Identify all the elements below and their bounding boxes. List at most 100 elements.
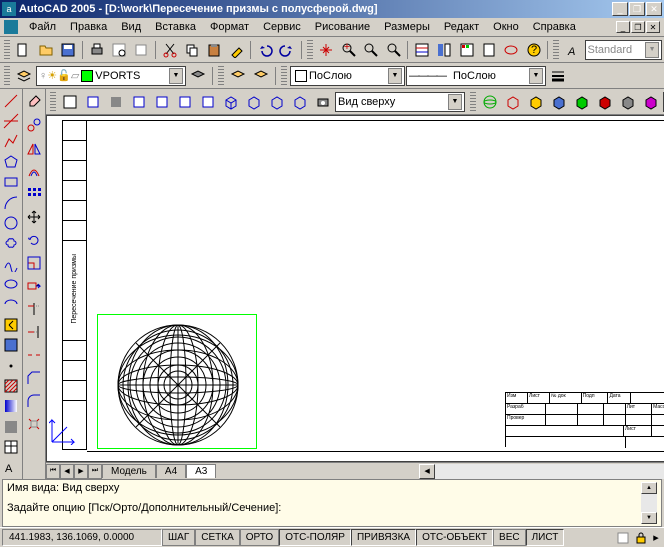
menu-modify[interactable]: Редакт	[437, 19, 486, 35]
menu-tools[interactable]: Сервис	[256, 19, 308, 35]
view-right-button[interactable]	[151, 91, 173, 113]
gradient-button[interactable]	[0, 397, 22, 416]
view-top-button[interactable]	[82, 91, 104, 113]
toolbar-grip[interactable]	[4, 40, 10, 60]
lwt-button[interactable]: ВЕС	[493, 529, 526, 546]
circle-button[interactable]	[0, 213, 22, 232]
view-bottom-button[interactable]	[105, 91, 127, 113]
tab-a4[interactable]: A4	[156, 464, 186, 478]
tab-next-button[interactable]: ▶	[74, 464, 88, 479]
open-button[interactable]	[35, 39, 56, 61]
hatch-button[interactable]	[0, 376, 22, 395]
minimize-button[interactable]: _	[612, 2, 628, 16]
grid-button[interactable]: СЕТКА	[195, 529, 240, 546]
menu-draw[interactable]: Рисование	[308, 19, 377, 35]
toolbar-grip[interactable]	[4, 66, 10, 86]
point-button[interactable]	[0, 356, 22, 375]
shade-2d-button[interactable]	[502, 91, 524, 113]
tab-prev-button[interactable]: ◀	[60, 464, 74, 479]
view-nw-iso-button[interactable]	[289, 91, 311, 113]
print-button[interactable]	[86, 39, 107, 61]
scroll-left-button[interactable]: ◀	[419, 464, 435, 479]
zoom-realtime-button[interactable]: +	[338, 39, 359, 61]
arc-button[interactable]	[0, 193, 22, 212]
menu-help[interactable]: Справка	[526, 19, 583, 35]
ellipse-arc-button[interactable]	[0, 295, 22, 314]
osnap-button[interactable]: ПРИВЯЗКА	[351, 529, 416, 546]
close-button[interactable]: ✕	[646, 2, 662, 16]
construction-line-button[interactable]	[0, 111, 22, 130]
named-views-button[interactable]	[59, 91, 81, 113]
rectangle-button[interactable]	[0, 173, 22, 192]
toolbar-grip[interactable]	[307, 40, 313, 60]
tab-last-button[interactable]: ⏭	[88, 464, 102, 479]
maximize-button[interactable]: ❐	[629, 2, 645, 16]
rotate-button[interactable]	[23, 229, 45, 251]
mirror-button[interactable]	[23, 137, 45, 159]
menu-file[interactable]: Файл	[22, 19, 63, 35]
table-button[interactable]	[0, 437, 22, 456]
shade-flat-button[interactable]	[571, 91, 593, 113]
copy-object-button[interactable]	[23, 114, 45, 136]
toolbar-grip[interactable]	[50, 92, 56, 112]
canvas[interactable]: Пересечение призмы	[46, 115, 664, 462]
markup-button[interactable]	[501, 39, 522, 61]
redo-button[interactable]	[277, 39, 298, 61]
view-back-button[interactable]	[197, 91, 219, 113]
dropdown-icon[interactable]: ▼	[169, 68, 183, 84]
lineweight-button[interactable]	[547, 65, 569, 87]
paste-button[interactable]	[204, 39, 225, 61]
tab-first-button[interactable]: ⏮	[46, 464, 60, 479]
ortho-button[interactable]: ОРТО	[240, 529, 279, 546]
menu-view[interactable]: Вид	[114, 19, 148, 35]
paper-button[interactable]: ЛИСТ	[526, 529, 565, 546]
view-se-iso-button[interactable]	[243, 91, 265, 113]
properties-button[interactable]	[411, 39, 432, 61]
trim-button[interactable]	[23, 298, 45, 320]
polygon-button[interactable]	[0, 152, 22, 171]
mdi-icon[interactable]	[4, 20, 18, 34]
revision-cloud-button[interactable]	[0, 234, 22, 253]
coordinates[interactable]: 441.1983, 136.1069, 0.0000	[2, 529, 162, 546]
properties-toolbar-button[interactable]	[227, 65, 249, 87]
otrack-button[interactable]: ОТС-ОБЪЕКТ	[416, 529, 493, 546]
pan-button[interactable]	[316, 39, 337, 61]
mdi-minimize-button[interactable]: _	[616, 21, 630, 33]
menu-window[interactable]: Окно	[486, 19, 526, 35]
erase-button[interactable]	[23, 91, 45, 113]
menu-dimension[interactable]: Размеры	[377, 19, 437, 35]
help-button[interactable]: ?	[523, 39, 544, 61]
cut-button[interactable]	[159, 39, 180, 61]
view-front-button[interactable]	[174, 91, 196, 113]
tab-model[interactable]: Модель	[102, 464, 156, 478]
command-area[interactable]: Имя вида: Вид сверху Задайте опцию [Пск/…	[2, 479, 662, 527]
horizontal-scrollbar[interactable]: ◀ ▶	[220, 464, 664, 479]
layer-combo[interactable]: ♀ ☀ 🔓 ▱ VPORTS ▼	[36, 66, 186, 86]
tab-a3[interactable]: A3	[186, 464, 216, 478]
shade-3d-button[interactable]	[525, 91, 547, 113]
design-center-button[interactable]	[434, 39, 455, 61]
scale-button[interactable]	[23, 252, 45, 274]
offset-button[interactable]	[23, 160, 45, 182]
menu-insert[interactable]: Вставка	[148, 19, 203, 35]
text-style-combo[interactable]: Standard ▼	[585, 40, 663, 60]
copy-button[interactable]	[181, 39, 202, 61]
cmd-scroll-down[interactable]: ▼	[641, 512, 657, 524]
status-lock-icon[interactable]	[632, 530, 650, 546]
line-button[interactable]	[0, 91, 22, 110]
ellipse-button[interactable]	[0, 274, 22, 293]
layer-previous-button[interactable]	[187, 65, 209, 87]
spline-button[interactable]	[0, 254, 22, 273]
shade-flatedge-button[interactable]	[617, 91, 639, 113]
toolbar-grip[interactable]	[218, 66, 224, 86]
match-properties-button[interactable]	[226, 39, 247, 61]
toolbar-grip[interactable]	[470, 92, 476, 112]
fillet-button[interactable]	[23, 390, 45, 412]
menu-edit[interactable]: Правка	[63, 19, 114, 35]
new-button[interactable]	[13, 39, 34, 61]
dropdown-icon[interactable]: ▼	[388, 68, 402, 84]
extend-button[interactable]	[23, 321, 45, 343]
view-ne-iso-button[interactable]	[266, 91, 288, 113]
snap-mode-button[interactable]: ШАГ	[162, 529, 195, 546]
polar-button[interactable]: ОТС-ПОЛЯР	[279, 529, 351, 546]
